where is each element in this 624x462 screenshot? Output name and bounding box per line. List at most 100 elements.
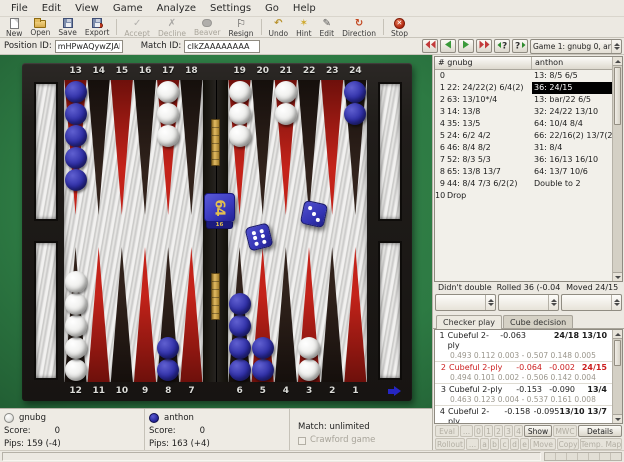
nav-first-button[interactable]	[422, 39, 438, 53]
move-list-row[interactable]: 314: 13/832: 24/22 13/10	[435, 106, 612, 118]
toolbar-button-undo[interactable]: ↶Undo	[265, 17, 293, 37]
button-b[interactable]: b	[490, 438, 499, 450]
button-show[interactable]: Show	[524, 425, 552, 437]
menu-item-settings[interactable]: Settings	[203, 2, 258, 15]
menu-item-help[interactable]: Help	[286, 2, 323, 15]
white-checker-point-12[interactable]	[65, 337, 87, 359]
anthon-move[interactable]: 64: 10/4 8/4	[532, 118, 612, 130]
blue-checker-point-6[interactable]	[229, 337, 251, 359]
column-header-gnubg[interactable]: # gnubg	[435, 57, 532, 69]
blue-checker-point-13[interactable]	[65, 81, 87, 103]
tab-checker-play[interactable]: Checker play	[436, 315, 502, 329]
menu-item-file[interactable]: File	[4, 2, 35, 15]
blue-checker-point-13[interactable]	[65, 169, 87, 191]
button-a[interactable]: a	[480, 438, 489, 450]
combo-spinner-icon[interactable]	[611, 40, 621, 53]
move-list-row[interactable]: 865: 13/8 13/764: 13/7 10/6	[435, 166, 612, 178]
toolbar-button-accept[interactable]: ✓Accept	[120, 17, 154, 37]
move-list-row[interactable]: 263: 13/10*/413: bar/22 6/5	[435, 94, 612, 106]
scroll-thumb[interactable]	[614, 67, 621, 125]
backgammon-board[interactable]: 64 16 1314151617181920212223241211109876…	[0, 55, 432, 408]
toolbar-button-export[interactable]: Export	[81, 17, 114, 37]
match-id-input[interactable]	[184, 40, 260, 53]
anthon-move[interactable]: 32: 24/22 13/10	[532, 106, 612, 118]
anthon-move[interactable]: Double to 2	[532, 178, 612, 190]
doubling-cube[interactable]: 64 16	[204, 193, 235, 229]
blue-checker-point-13[interactable]	[65, 125, 87, 147]
button-rollout[interactable]: Rollout	[435, 438, 465, 450]
white-checker-point-12[interactable]	[65, 293, 87, 315]
anthon-move[interactable]: 36: 16/13 16/10	[532, 154, 612, 166]
scroll-up-icon[interactable]	[613, 57, 622, 66]
toolbar-button-direction[interactable]: ↻Direction	[338, 17, 380, 37]
move-list[interactable]: # gnubg anthon 013: 8/5 6/5122: 24/22(2)…	[434, 56, 623, 282]
blue-checker-point-5[interactable]	[252, 337, 274, 359]
analysis-scrollbar[interactable]	[612, 330, 622, 423]
button-4[interactable]: 4	[514, 425, 523, 437]
column-header-anthon[interactable]: anthon	[532, 57, 622, 69]
combo-spinner-icon[interactable]	[485, 295, 495, 310]
button-0[interactable]: 0	[474, 425, 483, 437]
combo-spinner-icon[interactable]	[548, 295, 558, 310]
scroll-up-icon[interactable]	[613, 330, 622, 339]
scroll-down-icon[interactable]	[613, 272, 622, 281]
decision-combo-2[interactable]	[498, 294, 559, 311]
die-showing-3[interactable]	[300, 200, 328, 228]
checker-play-list[interactable]: 1Cubeful 2-ply-0.06324/18 13/100.493 0.1…	[434, 329, 623, 424]
blue-checker-point-6[interactable]	[229, 315, 251, 337]
analysis-move-row[interactable]: 2Cubeful 2-ply-0.064-0.00224/150.494 0.1…	[435, 362, 612, 384]
blue-checker-point-6[interactable]	[229, 293, 251, 315]
button-3[interactable]: 3	[504, 425, 513, 437]
button-[interactable]: ...	[460, 425, 473, 437]
scroll-down-icon[interactable]	[613, 414, 622, 423]
nav-previous-marked-button[interactable]: ?	[494, 39, 510, 53]
menu-item-analyze[interactable]: Analyze	[150, 2, 203, 15]
toolbar-button-stop[interactable]: ✕Stop	[387, 17, 412, 37]
nav-previous-button[interactable]	[440, 39, 456, 53]
nav-last-button[interactable]	[476, 39, 492, 53]
toolbar-button-beaver[interactable]: Beaver	[190, 17, 225, 37]
blue-checker-point-13[interactable]	[65, 103, 87, 125]
move-list-row[interactable]: 752: 8/3 5/336: 16/13 16/10	[435, 154, 612, 166]
tab-cube-decision[interactable]: Cube decision	[503, 315, 573, 328]
toolbar-button-edit[interactable]: ✎Edit	[316, 17, 339, 37]
nav-next-marked-button[interactable]: ?	[512, 39, 528, 53]
move-list-scrollbar[interactable]	[612, 57, 622, 281]
button-2[interactable]: 2	[494, 425, 503, 437]
white-checker-point-19[interactable]	[229, 103, 251, 125]
white-checker-point-19[interactable]	[229, 125, 251, 147]
position-id-input[interactable]	[55, 40, 123, 53]
combo-spinner-icon[interactable]	[611, 295, 621, 310]
move-list-row[interactable]: 435: 13/564: 10/4 8/4	[435, 118, 612, 130]
toolbar-button-save[interactable]: Save	[54, 17, 80, 37]
toolbar-button-open[interactable]: Open	[26, 17, 54, 37]
white-checker-point-12[interactable]	[65, 359, 87, 381]
anthon-move[interactable]: 66: 22/16(2) 13/7(2)	[532, 130, 612, 142]
anthon-move[interactable]: 13: 8/5 6/5	[532, 70, 612, 82]
menu-item-edit[interactable]: Edit	[35, 2, 68, 15]
white-checker-point-3[interactable]	[298, 337, 320, 359]
move-list-row[interactable]: 013: 8/5 6/5	[435, 70, 612, 82]
anthon-move[interactable]	[532, 190, 612, 202]
move-list-row[interactable]: 646: 8/4 8/231: 8/4	[435, 142, 612, 154]
blue-checker-point-13[interactable]	[65, 147, 87, 169]
button-eval[interactable]: Eval	[435, 425, 459, 437]
button-[interactable]: ...	[466, 438, 479, 450]
blue-checker-point-6[interactable]	[229, 359, 251, 381]
crawford-checkbox[interactable]	[298, 437, 306, 445]
anthon-move[interactable]: 13: bar/22 6/5	[532, 94, 612, 106]
button-1[interactable]: 1	[484, 425, 493, 437]
move-list-row[interactable]: 122: 24/22(2) 6/4(2)36: 24/15	[435, 82, 612, 94]
analysis-move-row[interactable]: 4Cubeful 2-ply-0.158-0.09513/10 13/70.46…	[435, 406, 612, 424]
blue-checker-point-5[interactable]	[252, 359, 274, 381]
button-mwc[interactable]: MWC	[553, 425, 577, 437]
button-temp-map[interactable]: Temp. Map	[580, 438, 622, 450]
button-details[interactable]: Details	[578, 425, 622, 437]
white-checker-point-21[interactable]	[275, 103, 297, 125]
white-checker-point-12[interactable]	[65, 315, 87, 337]
toolbar-button-decline[interactable]: ✗Decline	[154, 17, 190, 37]
toolbar-button-resign[interactable]: ⚐Resign	[225, 17, 258, 37]
nav-next-button[interactable]	[458, 39, 474, 53]
white-checker-point-3[interactable]	[298, 359, 320, 381]
scroll-thumb[interactable]	[614, 340, 621, 366]
